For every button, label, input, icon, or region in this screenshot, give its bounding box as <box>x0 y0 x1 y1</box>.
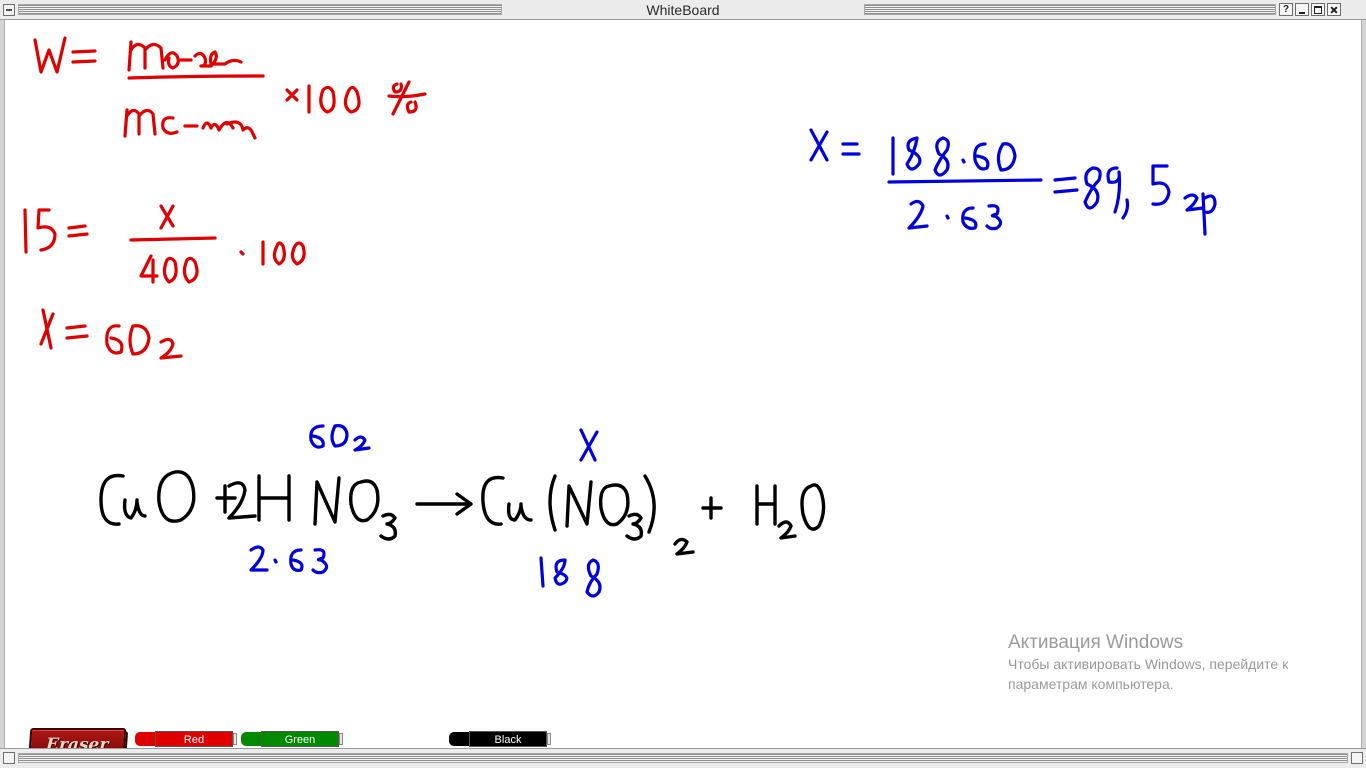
result-red-equals-glyph <box>65 324 89 340</box>
equation-2hno3-glyphs <box>227 474 398 541</box>
annotation-below-hno3-glyphs <box>249 545 329 575</box>
marker-red-cap-icon <box>135 732 157 746</box>
horizontal-scrollbar[interactable] <box>0 748 1366 768</box>
window-title: WhiteBoard <box>646 2 720 18</box>
result-blue-fraction-bar <box>887 178 1043 184</box>
watermark-title: Активация Windows <box>1008 632 1184 653</box>
annotation-below-product-glyphs <box>539 556 602 598</box>
maximize-button[interactable] <box>1311 3 1325 16</box>
substitution-fraction-bar <box>129 236 217 242</box>
equation-plus-glyph <box>215 484 237 514</box>
marker-green-end-icon <box>339 733 343 745</box>
substitution-denominator-glyphs <box>139 254 199 284</box>
eraser-label: Eraser <box>45 735 109 748</box>
watermark-line2: параметрам компьютера. <box>1008 676 1174 692</box>
annotation-above-hno3-glyphs <box>309 424 371 452</box>
equation-annotations-group <box>249 424 602 598</box>
formula-equals-glyph <box>71 49 97 64</box>
result-blue-x-glyph <box>809 128 829 162</box>
scroll-right-icon[interactable] <box>1351 752 1363 764</box>
marker-black-label: Black <box>469 731 547 747</box>
formula-group: W= <box>33 36 427 140</box>
window-menu-icon[interactable] <box>3 4 15 16</box>
title-bar-stripes-right <box>864 4 1276 15</box>
substitution-15-glyphs <box>23 208 57 254</box>
marker-black-end-icon <box>547 733 551 745</box>
formula-multiplier-glyphs <box>285 80 427 116</box>
equation-group <box>99 470 826 556</box>
tool-palette: Eraser Red Green Black <box>5 720 1361 748</box>
title-bar-stripes-left <box>18 4 502 15</box>
substitution-numerator-glyph <box>159 204 175 230</box>
equation-h2o-glyphs <box>755 483 826 540</box>
equation-plus2-glyph <box>701 496 723 520</box>
formula-fraction-bar <box>127 74 265 80</box>
windows-activation-watermark: Активация Windows Чтобы активировать Win… <box>1008 632 1288 694</box>
scroll-left-icon[interactable] <box>3 752 15 764</box>
result-red-60-glyphs <box>105 324 151 356</box>
substitution-equals-glyph <box>67 224 89 238</box>
result-red-unit-glyph <box>159 337 183 360</box>
marker-red-end-icon <box>233 733 237 745</box>
result-blue-numerator-glyphs <box>891 136 1017 177</box>
minimize-button[interactable] <box>1295 3 1309 16</box>
substitution-multiplier-glyphs <box>239 240 306 266</box>
result-blue-group <box>809 128 1217 236</box>
title-bar[interactable]: WhiteBoard ? <box>0 0 1366 20</box>
whiteboard-window: WhiteBoard ? W= <box>0 0 1366 768</box>
result-red-group <box>39 308 183 360</box>
marker-green-label: Green <box>261 731 339 747</box>
marker-red-label: Red <box>155 731 233 747</box>
substitution-group <box>23 204 306 284</box>
equation-product-glyphs <box>481 474 695 556</box>
drawing-canvas[interactable]: W= <box>4 20 1362 748</box>
formula-w-glyph <box>33 36 67 74</box>
result-blue-equals-glyph <box>841 142 861 156</box>
scrollbar-track[interactable] <box>18 753 1348 763</box>
annotation-above-product-glyph <box>579 428 599 462</box>
eraser-button[interactable]: Eraser <box>27 728 127 748</box>
watermark-line1: Чтобы активировать Windows, перейдите к <box>1008 656 1289 672</box>
equation-arrow-glyph <box>415 492 473 516</box>
result-blue-denominator-glyphs <box>907 199 1003 231</box>
equation-cuo-glyphs <box>99 470 196 526</box>
marker-green-cap-icon <box>241 732 263 746</box>
result-blue-result-glyphs <box>1053 164 1217 236</box>
help-button[interactable]: ? <box>1279 3 1293 16</box>
result-red-x-glyph <box>39 308 55 350</box>
marker-black-cap-icon <box>449 732 471 746</box>
close-button[interactable] <box>1327 3 1341 16</box>
formula-denominator-glyphs <box>123 108 257 140</box>
formula-numerator-glyphs <box>127 40 243 72</box>
